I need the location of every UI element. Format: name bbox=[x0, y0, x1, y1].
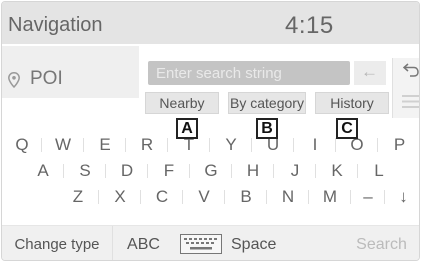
key-z[interactable]: Z bbox=[57, 185, 99, 209]
key-q[interactable]: Q bbox=[2, 133, 42, 157]
key-e[interactable]: E bbox=[84, 133, 126, 157]
key-y[interactable]: Y bbox=[210, 133, 252, 157]
callout-b: B bbox=[256, 118, 278, 139]
space-button[interactable]: Space bbox=[231, 226, 276, 260]
abc-button[interactable]: ABC bbox=[113, 226, 174, 260]
bottom-bar: Change type ABC Space Search bbox=[2, 225, 419, 260]
list-icon[interactable] bbox=[402, 95, 419, 108]
backspace-button[interactable]: ← bbox=[354, 61, 386, 85]
keyboard-row-3: Z X C V B N M – ↓ bbox=[2, 185, 419, 209]
key-n[interactable]: N bbox=[267, 185, 309, 209]
key-b[interactable]: B bbox=[225, 185, 267, 209]
key-d[interactable]: D bbox=[106, 159, 148, 183]
keyboard-icon[interactable] bbox=[180, 234, 222, 254]
down-arrow-icon[interactable]: ↓ bbox=[386, 185, 419, 209]
key-f[interactable]: F bbox=[148, 159, 190, 183]
clock: 4:15 bbox=[285, 12, 334, 39]
callout-c: C bbox=[336, 118, 358, 139]
callout-a: A bbox=[176, 118, 198, 139]
map-pin-icon bbox=[8, 72, 20, 88]
search-input[interactable]: Enter search string bbox=[148, 61, 350, 85]
key-m[interactable]: M bbox=[309, 185, 351, 209]
tab-nearby[interactable]: Nearby bbox=[145, 92, 219, 114]
key-a[interactable]: A bbox=[22, 159, 64, 183]
search-button[interactable]: Search bbox=[342, 226, 419, 260]
key-p[interactable]: P bbox=[378, 133, 419, 157]
key-h[interactable]: H bbox=[232, 159, 274, 183]
key-v[interactable]: V bbox=[183, 185, 225, 209]
back-arrow-icon[interactable] bbox=[403, 63, 419, 77]
key-c[interactable]: C bbox=[141, 185, 183, 209]
backspace-icon: ← bbox=[361, 62, 378, 81]
key-s[interactable]: S bbox=[64, 159, 106, 183]
key-x[interactable]: X bbox=[99, 185, 141, 209]
key-j[interactable]: J bbox=[274, 159, 316, 183]
keyboard-row-2: A S D F G H J K L bbox=[2, 159, 419, 183]
key-w[interactable]: W bbox=[42, 133, 84, 157]
tab-by-category[interactable]: By category bbox=[228, 92, 306, 114]
key-i[interactable]: I bbox=[294, 133, 336, 157]
key-r[interactable]: R bbox=[126, 133, 168, 157]
title-bar: Navigation 4:15 bbox=[2, 2, 419, 44]
search-mode-button[interactable]: POI bbox=[2, 46, 139, 98]
change-type-button[interactable]: Change type bbox=[2, 226, 113, 260]
search-mode-label: POI bbox=[30, 68, 63, 89]
page-title: Navigation bbox=[8, 14, 103, 36]
key-g[interactable]: G bbox=[190, 159, 232, 183]
key-k[interactable]: K bbox=[316, 159, 358, 183]
tab-row: Nearby By category History bbox=[139, 92, 391, 114]
navigation-screen: Navigation 4:15 POI Enter search string … bbox=[1, 1, 420, 261]
tab-history[interactable]: History bbox=[315, 92, 389, 114]
key-l[interactable]: L bbox=[358, 159, 400, 183]
key-dash[interactable]: – bbox=[351, 185, 385, 209]
search-placeholder: Enter search string bbox=[156, 65, 282, 82]
